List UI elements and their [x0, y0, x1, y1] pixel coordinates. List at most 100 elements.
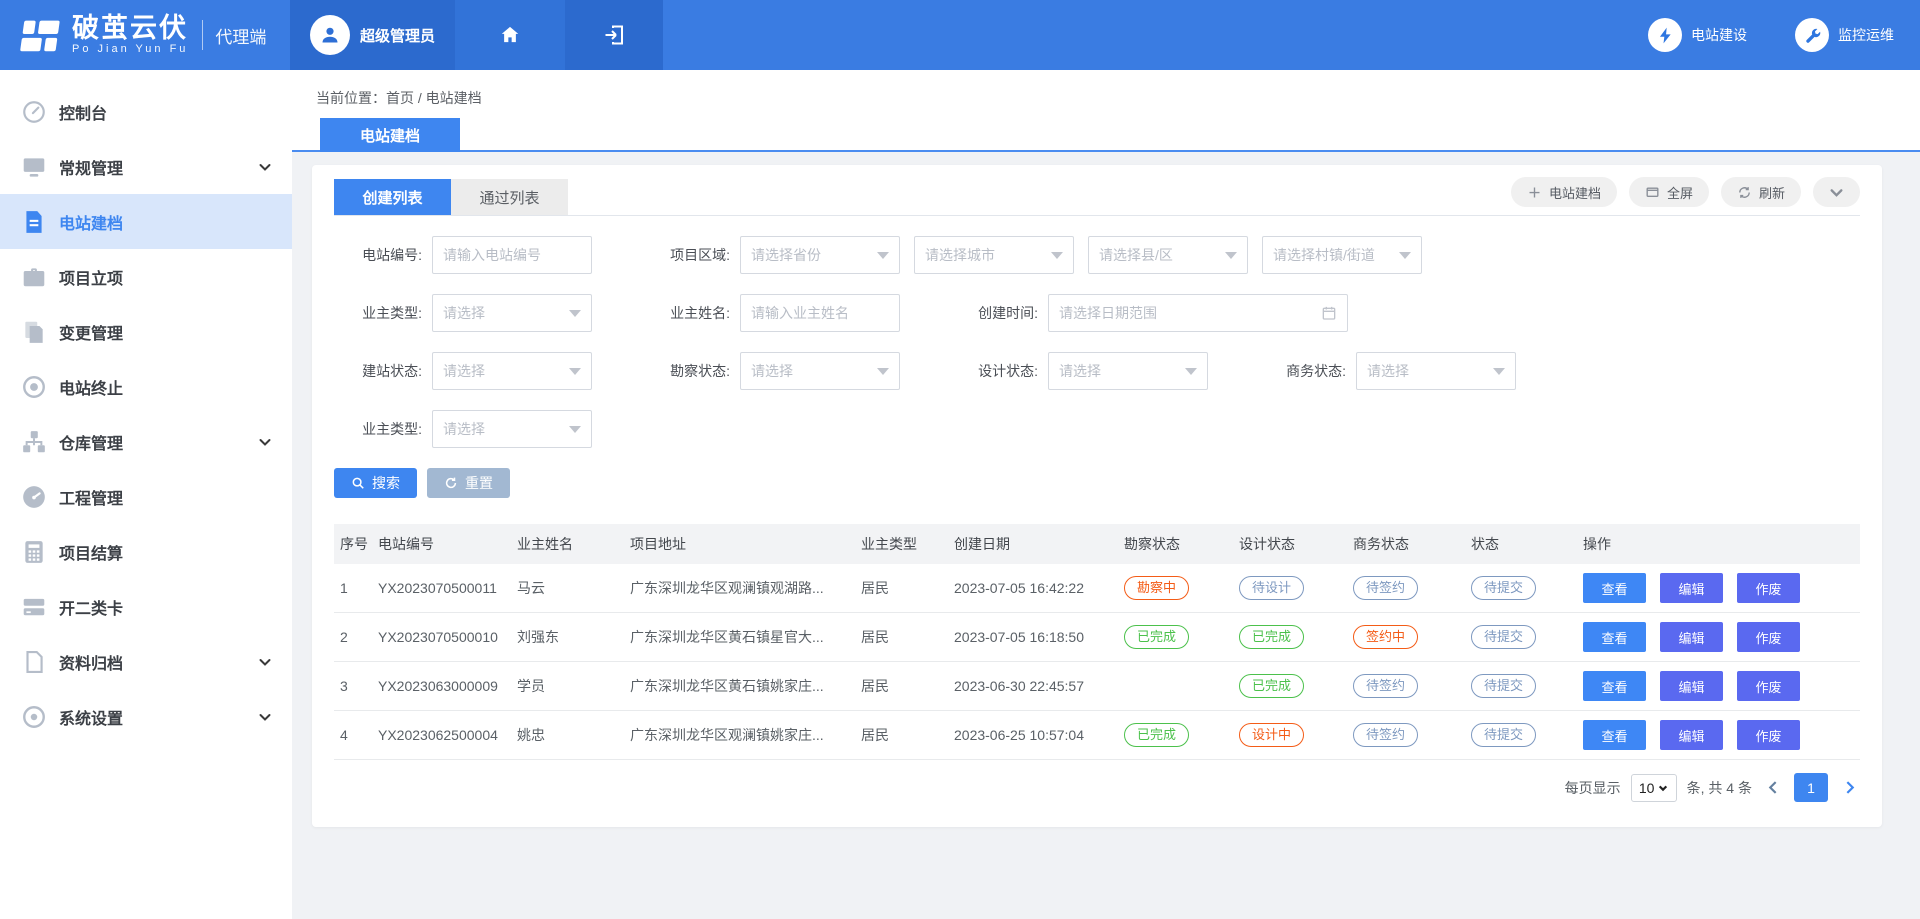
breadcrumb-path[interactable]: 首页 / 电站建档 [386, 90, 482, 106]
filter-row-3: 业主类型:请选择 [334, 410, 1860, 448]
owner-name-input[interactable] [740, 294, 900, 332]
cell-7: 设计中 [1239, 723, 1353, 747]
station-no-input-field[interactable] [443, 247, 581, 263]
per-page-select[interactable]: 10 [1631, 774, 1677, 802]
chevron-left-icon [1767, 781, 1780, 794]
breadcrumb-strip: 当前位置：首页 / 电站建档 电站建档 [292, 70, 1920, 152]
sidebar-item-3[interactable]: 项目立项 [0, 249, 292, 304]
cell-1: YX2023063000009 [378, 678, 517, 694]
void-button[interactable]: 作废 [1737, 622, 1800, 652]
field-label: 业主姓名: [642, 303, 730, 323]
void-button[interactable]: 作废 [1737, 671, 1800, 701]
chevron-down-icon [258, 655, 272, 669]
filter-row-1: 业主类型:请选择业主姓名:创建时间:请选择日期范围 [334, 294, 1860, 332]
quick-link-label: 电站建设 [1691, 25, 1747, 45]
tab-create-list[interactable]: 创建列表 [334, 179, 451, 215]
column-header-4: 业主类型 [861, 534, 954, 554]
owner-name-input-field[interactable] [751, 305, 889, 321]
status-badge: 已完成 [1124, 625, 1189, 649]
owner-type-2-select[interactable]: 请选择 [432, 410, 592, 448]
province-select[interactable]: 请选择省份 [740, 236, 900, 274]
survey-status-select[interactable]: 请选择 [740, 352, 900, 390]
status-badge: 待签约 [1353, 723, 1418, 747]
cell-10: 查看编辑作废 [1583, 622, 1843, 652]
create-time-input[interactable]: 请选择日期范围 [1048, 294, 1348, 332]
column-header-2: 业主姓名 [517, 534, 630, 554]
cell-2: 姚忠 [517, 725, 630, 745]
sidebar-item-0[interactable]: 控制台 [0, 84, 292, 139]
sidebar-item-5[interactable]: 电站终止 [0, 359, 292, 414]
table-header: 序号电站编号业主姓名项目地址业主类型创建日期勘察状态设计状态商务状态状态操作 [334, 524, 1860, 564]
field-label: 业主类型: [334, 303, 422, 323]
owner-type-select[interactable]: 请选择 [432, 294, 592, 332]
filter-field-owner-type: 业主类型: 请选择 [334, 294, 592, 332]
city-select[interactable]: 请选择城市 [914, 236, 1074, 274]
toolbar-button-more[interactable] [1813, 177, 1860, 207]
toolbar-button-刷新[interactable]: 刷新 [1721, 177, 1801, 207]
reset-button[interactable]: 重置 [427, 468, 510, 498]
station-no-input[interactable] [432, 236, 592, 274]
sidebar-item-10[interactable]: 资料归档 [0, 634, 292, 689]
edit-button[interactable]: 编辑 [1660, 720, 1723, 750]
sidebar-item-7[interactable]: 工程管理 [0, 469, 292, 524]
sidebar-item-6[interactable]: 仓库管理 [0, 414, 292, 469]
next-page-button[interactable] [1838, 774, 1860, 802]
sidebar-item-8[interactable]: 项目结算 [0, 524, 292, 579]
exit-icon [602, 23, 626, 47]
document-icon [21, 209, 47, 235]
field-label: 建站状态: [334, 361, 422, 381]
caret-down-icon [1225, 252, 1237, 259]
toolbar-button-电站建档[interactable]: 电站建档 [1511, 177, 1617, 207]
caret-down-icon [877, 252, 889, 259]
home-button[interactable] [455, 0, 565, 70]
view-button[interactable]: 查看 [1583, 720, 1646, 750]
sidebar-item-2[interactable]: 电站建档 [0, 194, 292, 249]
quick-link-station-build[interactable]: 电站建设 [1648, 18, 1747, 52]
edit-button[interactable]: 编辑 [1660, 622, 1723, 652]
view-button[interactable]: 查看 [1583, 671, 1646, 701]
status-badge: 待提交 [1471, 674, 1536, 698]
view-button[interactable]: 查看 [1583, 622, 1646, 652]
build-status-select[interactable]: 请选择 [432, 352, 592, 390]
status-badge: 签约中 [1353, 625, 1418, 649]
sidebar-item-9[interactable]: 开二类卡 [0, 579, 292, 634]
prev-page-button[interactable] [1762, 774, 1784, 802]
field-label: 勘察状态: [642, 361, 730, 381]
sidebar-item-11[interactable]: 系统设置 [0, 689, 292, 744]
quick-link-monitor-ops[interactable]: 监控运维 [1795, 18, 1894, 52]
village-select[interactable]: 请选择村镇/街道 [1262, 236, 1422, 274]
filter-field-province: 项目区域:请选择省份 [642, 236, 900, 274]
county-select[interactable]: 请选择县/区 [1088, 236, 1248, 274]
design-status-select[interactable]: 请选择 [1048, 352, 1208, 390]
sidebar-item-label: 系统设置 [59, 705, 123, 729]
avatar [310, 15, 350, 55]
user-name: 超级管理员 [360, 25, 435, 46]
cell-1: YX2023070500010 [378, 629, 517, 645]
toolbar-button-全屏[interactable]: 全屏 [1629, 177, 1709, 207]
refresh-icon [1737, 185, 1752, 200]
void-button[interactable]: 作废 [1737, 720, 1800, 750]
breadcrumb: 当前位置：首页 / 电站建档 [316, 70, 1920, 108]
cell-6: 已完成 [1124, 723, 1239, 747]
logout-button[interactable] [565, 0, 663, 70]
tab-passed-list[interactable]: 通过列表 [451, 179, 568, 215]
view-button[interactable]: 查看 [1583, 573, 1646, 603]
edit-button[interactable]: 编辑 [1660, 573, 1723, 603]
reset-icon [444, 476, 458, 490]
column-header-1: 电站编号 [378, 534, 517, 554]
cell-5: 2023-06-25 10:57:04 [954, 727, 1124, 743]
sidebar-item-1[interactable]: 常规管理 [0, 139, 292, 194]
void-button[interactable]: 作废 [1737, 573, 1800, 603]
page-number-1[interactable]: 1 [1794, 773, 1828, 802]
status-badge: 设计中 [1239, 723, 1304, 747]
cell-8: 待签约 [1353, 723, 1471, 747]
filter-form: 电站编号:项目区域:请选择省份请选择城市请选择县/区请选择村镇/街道业主类型:请… [334, 216, 1860, 448]
sidebar-item-4[interactable]: 变更管理 [0, 304, 292, 359]
calendar-icon [1321, 305, 1337, 321]
search-button[interactable]: 搜索 [334, 468, 417, 498]
edit-button[interactable]: 编辑 [1660, 671, 1723, 701]
user-menu[interactable]: 超级管理员 [290, 0, 455, 70]
business-status-select[interactable]: 请选择 [1356, 352, 1516, 390]
table-row-1: 1YX2023070500011马云广东深圳龙华区观澜镇观湖路...居民2023… [334, 564, 1860, 613]
page-tab-station-archive[interactable]: 电站建档 [320, 118, 460, 152]
